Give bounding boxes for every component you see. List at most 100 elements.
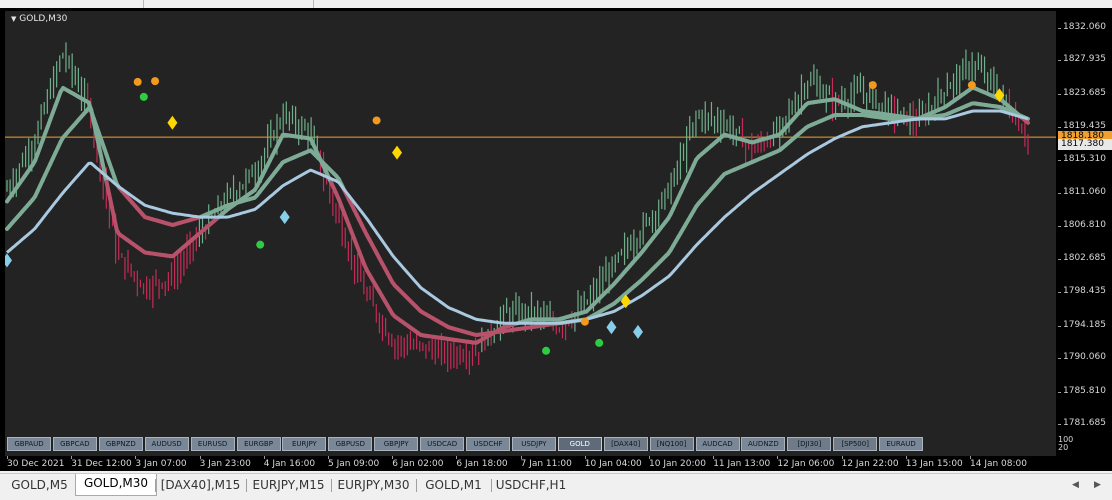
time-axis: 30 Dec 202131 Dec 12:003 Jan 07:003 Jan …	[0, 456, 1058, 471]
time-tick-label: 12 Jan 06:00	[777, 459, 834, 469]
symbol-button-eurgbp[interactable]: EURGBP	[237, 437, 281, 451]
symbol-button-audusd[interactable]: AUDUSD	[145, 437, 189, 451]
price-tick-label: 1798.435	[1063, 286, 1106, 296]
price-tick	[1058, 326, 1061, 327]
chart-plot-area[interactable]: ▼ GOLD,M30	[5, 11, 1056, 461]
tab-goldm5[interactable]: GOLD,M5	[4, 476, 75, 495]
symbol-button-usdcad[interactable]: USDCAD	[420, 437, 464, 451]
tab-dax40m15[interactable]: [DAX40],M15	[155, 476, 246, 495]
price-tick	[1058, 392, 1061, 393]
tab-eurjpym30[interactable]: EURJPY,M30	[331, 476, 416, 495]
price-tick-label: 1790.060	[1063, 352, 1106, 362]
time-tick-label: 7 Jan 11:00	[521, 459, 572, 469]
time-tick-label: 14 Jan 08:00	[970, 459, 1027, 469]
symbol-button-audnzd[interactable]: AUDNZD	[741, 437, 785, 451]
symbol-button-dji30[interactable]: [DJI30]	[787, 437, 831, 451]
price-tick	[1058, 424, 1061, 425]
buy-signal-diamond	[280, 210, 290, 224]
symbol-button-gbpusd[interactable]: GBPUSD	[328, 437, 372, 451]
window-top-strip	[0, 0, 1112, 8]
time-tick-label: 10 Jan 20:00	[649, 459, 706, 469]
price-tick-label: 1819.435	[1063, 121, 1106, 131]
divider	[313, 0, 314, 8]
tab-scroll-right-icon[interactable]: ▶	[1094, 480, 1101, 490]
symbol-button-gbpnzd[interactable]: GBPNZD	[99, 437, 143, 451]
time-tick-label: 5 Jan 09:00	[328, 459, 379, 469]
symbol-button-gold[interactable]: GOLD	[558, 437, 602, 451]
tab-goldm1[interactable]: GOLD,M1	[416, 476, 491, 495]
time-tick-label: 31 Dec 12:00	[71, 459, 132, 469]
symbol-button-usdjpy[interactable]: USDJPY	[512, 437, 556, 451]
price-tick-label: 1832.060	[1063, 22, 1106, 32]
symbol-button-gbpaud[interactable]: GBPAUD	[7, 437, 51, 451]
symbol-button-eurusd[interactable]: EURUSD	[191, 437, 235, 451]
price-tick	[1058, 358, 1061, 359]
price-tick-label: 1802.685	[1063, 253, 1106, 263]
buy-signal-dot	[542, 347, 550, 355]
price-tick	[1058, 259, 1061, 260]
symbol-button-eurjpy[interactable]: EURJPY	[282, 437, 326, 451]
price-tick-label: 1811.060	[1063, 187, 1106, 197]
sell-signal-dot	[151, 77, 159, 85]
price-tick	[1058, 127, 1061, 128]
divider	[143, 0, 144, 8]
time-tick-label: 6 Jan 02:00	[392, 459, 443, 469]
time-tick-label: 12 Jan 22:00	[842, 459, 899, 469]
collapse-triangle-icon[interactable]: ▼	[11, 15, 16, 23]
price-tick-label: 1785.810	[1063, 386, 1106, 396]
symbol-button-nq100[interactable]: [NQ100]	[650, 437, 694, 451]
price-chart[interactable]	[5, 11, 1056, 461]
buy-signal-dot	[595, 339, 603, 347]
buy-signal-diamond	[606, 320, 616, 334]
fast-ema-ribbon	[1025, 121, 1028, 123]
price-tick-label: 1794.185	[1063, 320, 1106, 330]
price-axis[interactable]: 1818.180 1817.380 1832.0601827.9351823.6…	[1058, 8, 1112, 471]
sell-signal-diamond	[392, 146, 402, 160]
symbol-button-gbpjpy[interactable]: GBPJPY	[374, 437, 418, 451]
price-tick	[1058, 193, 1061, 194]
sell-signal-dot	[581, 318, 589, 326]
sell-signal-dot	[968, 81, 976, 89]
chart-tabs: ◀ ▶ GOLD,M5GOLD,M30[DAX40],M15EURJPY,M15…	[0, 473, 1112, 500]
time-tick-label: 13 Jan 15:00	[906, 459, 963, 469]
tab-goldm30[interactable]: GOLD,M30	[75, 474, 157, 496]
symbol-button-audcad[interactable]: AUDCAD	[696, 437, 740, 451]
panel-scale-bottom: 20	[1058, 444, 1073, 452]
price-tick-label: 1827.935	[1063, 54, 1106, 64]
sell-signal-dot	[373, 116, 381, 124]
price-tick	[1058, 60, 1061, 61]
buy-signal-dot	[256, 241, 264, 249]
base-moving-average-line	[7, 111, 1028, 323]
sell-signal-dot	[134, 78, 142, 86]
price-tick	[1058, 226, 1061, 227]
time-tick-label: 4 Jan 16:00	[264, 459, 315, 469]
tab-eurjpym15[interactable]: EURJPY,M15	[246, 476, 331, 495]
sell-signal-diamond	[167, 116, 177, 130]
tab-scroll-left-icon[interactable]: ◀	[1072, 480, 1079, 490]
current-price-tag: 1817.380	[1058, 139, 1112, 150]
price-tick-label: 1806.810	[1063, 220, 1106, 230]
symbol-button-euraud[interactable]: EURAUD	[879, 437, 923, 451]
symbol-switcher-panel: GBPAUDGBPCADGBPNZDAUDUSDEURUSDEURGBPEURJ…	[5, 429, 1056, 454]
time-tick-label: 30 Dec 2021	[7, 459, 65, 469]
price-tick	[1058, 160, 1061, 161]
price-tick-label: 1781.685	[1063, 418, 1106, 428]
symbol-title-text: GOLD,M30	[19, 14, 67, 24]
price-tick	[1058, 28, 1061, 29]
symbol-button-usdchf[interactable]: USDCHF	[466, 437, 510, 451]
price-tick-label: 1815.310	[1063, 154, 1106, 164]
time-tick-label: 11 Jan 13:00	[713, 459, 770, 469]
time-tick-label: 10 Jan 04:00	[585, 459, 642, 469]
tab-usdchfh1[interactable]: USDCHF,H1	[491, 476, 571, 495]
chart-window[interactable]: ▼ GOLD,M30 30 Dec 2021 31 Dec 12:00 3 Jan …	[0, 8, 1112, 471]
price-tick	[1058, 292, 1061, 293]
buy-signal-dot	[140, 93, 148, 101]
buy-signal-diamond	[633, 325, 643, 339]
price-tick-label: 1823.685	[1063, 88, 1106, 98]
symbol-button-dax40[interactable]: [DAX40]	[604, 437, 648, 451]
buy-signal-diamond	[5, 253, 12, 267]
symbol-button-sp500[interactable]: [SP500]	[833, 437, 877, 451]
symbol-button-gbpcad[interactable]: GBPCAD	[53, 437, 97, 451]
panel-scale: 100 20	[1058, 436, 1073, 452]
time-tick-label: 3 Jan 23:00	[200, 459, 251, 469]
